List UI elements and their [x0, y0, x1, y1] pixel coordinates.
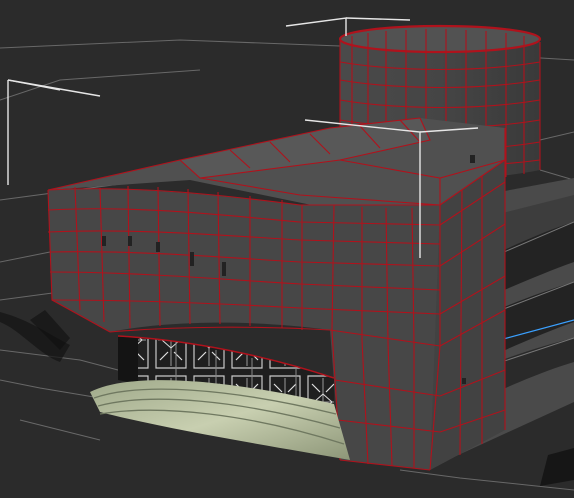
viewport-canvas[interactable]	[0, 0, 574, 498]
3d-viewport[interactable]	[0, 0, 574, 498]
